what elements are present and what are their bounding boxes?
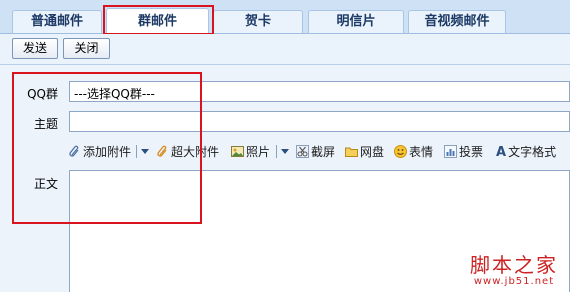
text-format-link[interactable]: A 文字格式 (496, 143, 556, 161)
tab-av-mail[interactable]: 音视频邮件 (408, 10, 506, 33)
photo-label: 照片 (246, 145, 271, 159)
photo-link[interactable]: 照片 (231, 143, 270, 161)
close-button[interactable]: 关闭 (63, 38, 110, 59)
emoji-link[interactable]: 表情 (394, 143, 433, 161)
separator (276, 145, 277, 158)
watermark: 脚本之家 www.jb51.net (470, 254, 558, 287)
text-format-icon: A (496, 145, 507, 160)
screenshot-link[interactable]: 截屏 (296, 143, 335, 161)
highlight-box-tab (103, 5, 214, 35)
netdisk-label: 网盘 (360, 145, 385, 159)
tab-normal-mail[interactable]: 普通邮件 (12, 10, 102, 33)
folder-icon (345, 147, 358, 157)
smiley-icon (394, 145, 407, 158)
send-button[interactable]: 发送 (12, 38, 58, 59)
vote-link[interactable]: 投票 (444, 143, 483, 161)
watermark-title: 脚本之家 (470, 253, 558, 277)
compose-tab-bar: 普通邮件 群邮件 贺卡 明信片 音视频邮件 (0, 0, 570, 34)
dropdown-arrow-icon (281, 149, 289, 154)
tab-greeting-card[interactable]: 贺卡 (213, 10, 303, 33)
vote-label: 投票 (459, 145, 484, 159)
text-format-label: 文字格式 (508, 145, 557, 159)
scissors-icon (296, 145, 309, 158)
watermark-url: www.jb51.net (473, 276, 555, 287)
highlight-box-form (12, 72, 202, 224)
netdisk-link[interactable]: 网盘 (345, 143, 384, 161)
photo-icon (231, 146, 244, 157)
tab-postcard[interactable]: 明信片 (308, 10, 404, 33)
photo-dropdown[interactable] (274, 143, 289, 161)
compose-toolbar: 发送 关闭 (0, 34, 570, 65)
bar-chart-icon (444, 145, 457, 158)
emoji-label: 表情 (409, 145, 434, 159)
screenshot-label: 截屏 (311, 145, 336, 159)
